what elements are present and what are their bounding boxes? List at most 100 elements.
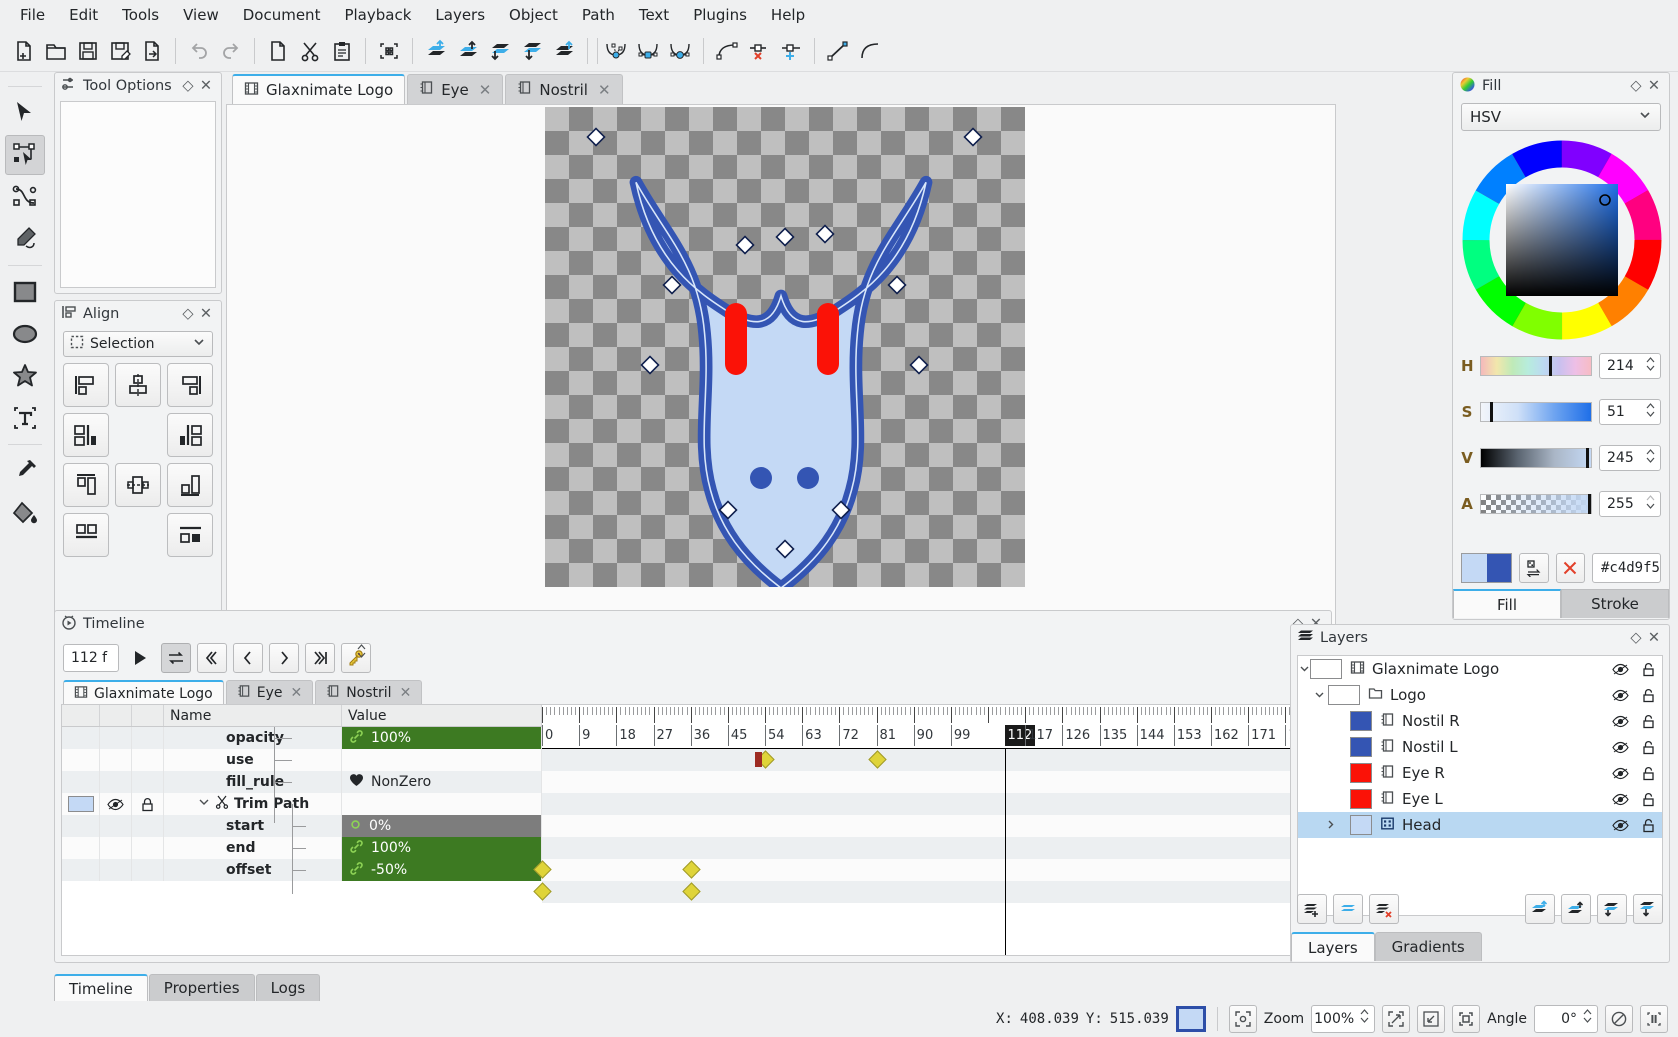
lower-to-bottom-button[interactable] — [1633, 894, 1663, 924]
next-frame-button[interactable] — [269, 643, 299, 673]
document-tab-glaxnimate-logo[interactable]: Glaxnimate Logo — [232, 74, 405, 104]
alpha-slider[interactable] — [1480, 494, 1592, 514]
color-picker-tool[interactable] — [5, 451, 45, 491]
raise-to-top-icon[interactable] — [420, 35, 452, 67]
duplicate-layer-button[interactable] — [1333, 894, 1363, 924]
color-wheel[interactable] — [1461, 139, 1663, 341]
segment-line-icon[interactable] — [822, 35, 854, 67]
bottom-tab-properties[interactable]: Properties — [149, 974, 255, 1001]
value-value-input[interactable]: 245 — [1599, 445, 1661, 471]
bottom-tab-timeline[interactable]: Timeline — [54, 974, 148, 1001]
fill-tab[interactable]: Fill — [1453, 589, 1561, 618]
raise-to-top-button[interactable] — [1525, 894, 1555, 924]
node-add-icon[interactable] — [775, 35, 807, 67]
select-all-nodes-icon[interactable] — [373, 35, 405, 67]
float-dock-icon[interactable]: ◇ — [179, 305, 197, 323]
align-right-button[interactable] — [167, 363, 213, 407]
expand-chevron-icon[interactable] — [1298, 660, 1310, 678]
document-tab-eye[interactable]: Eye ✕ — [407, 74, 503, 104]
keyframe-hold-marker[interactable] — [755, 752, 762, 767]
row-value[interactable]: -50% — [342, 859, 542, 881]
row-value[interactable]: 100% — [342, 727, 542, 749]
expand-chevron-icon[interactable] — [1310, 686, 1328, 704]
fill-tool[interactable] — [5, 493, 45, 533]
align-bottom-button[interactable] — [167, 463, 213, 507]
layer-visibility-toggle[interactable] — [1606, 663, 1634, 676]
layer-swatch[interactable] — [1310, 659, 1342, 679]
frame-spin-arrows[interactable] — [357, 644, 366, 658]
row-value[interactable]: 0% — [342, 815, 542, 837]
no-color-button[interactable] — [1556, 553, 1585, 583]
menu-layers[interactable]: Layers — [423, 2, 497, 28]
ellipse-tool[interactable] — [5, 314, 45, 354]
fill-swatch[interactable] — [1462, 554, 1487, 582]
current-frame-input[interactable]: 112 f — [63, 644, 119, 672]
layer-row-eye-r[interactable]: Eye R — [1298, 760, 1662, 786]
freehand-tool[interactable] — [5, 219, 45, 259]
cut-icon[interactable] — [294, 35, 326, 67]
spin-arrows[interactable] — [1360, 1009, 1369, 1023]
row-value[interactable] — [342, 793, 542, 815]
layer-visibility-toggle[interactable] — [1606, 715, 1634, 728]
timeline-tab-eye[interactable]: Eye ✕ — [226, 680, 313, 705]
fit-selection-button[interactable] — [1229, 1005, 1257, 1033]
stroke-tab[interactable]: Stroke — [1561, 589, 1669, 618]
menu-text[interactable]: Text — [627, 2, 681, 28]
saturation-slider[interactable] — [1480, 402, 1592, 422]
layer-swatch[interactable] — [1350, 789, 1372, 809]
lane-offset[interactable] — [542, 881, 1306, 903]
lower-icon[interactable] — [484, 35, 516, 67]
move-to-group-icon[interactable] — [548, 35, 580, 67]
menu-plugins[interactable]: Plugins — [681, 2, 759, 28]
close-tab-icon[interactable]: ✕ — [479, 81, 492, 99]
new-document-icon[interactable] — [8, 35, 40, 67]
timeline-ruler[interactable]: 0918273645546372819099112117126135144153… — [542, 705, 1306, 749]
layer-swatch[interactable] — [1350, 737, 1372, 757]
menu-file[interactable]: File — [8, 2, 57, 28]
hex-color-input[interactable]: #c4d9f5 — [1592, 553, 1661, 583]
bottom-tab-logs[interactable]: Logs — [256, 974, 321, 1001]
saturation-value-input[interactable]: 51 — [1599, 399, 1661, 425]
float-dock-icon[interactable]: ◇ — [179, 77, 197, 95]
raise-icon[interactable] — [452, 35, 484, 67]
row-value[interactable]: NonZero — [342, 771, 542, 793]
gradients-tab[interactable]: Gradients — [1375, 932, 1482, 961]
add-layer-button[interactable] — [1297, 894, 1327, 924]
current-color-swatch[interactable] — [1176, 1006, 1206, 1032]
menu-object[interactable]: Object — [497, 2, 570, 28]
layer-lock-toggle[interactable] — [1634, 792, 1662, 807]
lane-end[interactable] — [542, 859, 1306, 881]
value-slider[interactable] — [1480, 448, 1592, 468]
row-value[interactable]: 100% — [342, 837, 542, 859]
align-left-button[interactable] — [63, 363, 109, 407]
open-document-icon[interactable] — [40, 35, 72, 67]
layer-lock-toggle[interactable] — [1634, 662, 1662, 677]
layers-tree[interactable]: Glaxnimate Logo — [1297, 655, 1663, 916]
segment-arc-icon[interactable] — [854, 35, 886, 67]
distribute-left-button[interactable] — [63, 413, 109, 457]
node-remove-icon[interactable] — [743, 35, 775, 67]
undo-icon[interactable] — [183, 35, 215, 67]
expand-chevron-icon[interactable] — [1298, 816, 1336, 834]
row-lock-toggle[interactable] — [132, 793, 164, 815]
artboard[interactable] — [545, 107, 1025, 587]
zoom-fit-button[interactable] — [1382, 1005, 1410, 1033]
layer-lock-toggle[interactable] — [1634, 818, 1662, 833]
star-tool[interactable] — [5, 356, 45, 396]
layer-swatch[interactable] — [1328, 685, 1360, 705]
row-value[interactable] — [342, 749, 542, 771]
spin-arrows[interactable] — [1646, 403, 1655, 417]
close-dock-icon[interactable]: ✕ — [1645, 77, 1663, 95]
layer-visibility-toggle[interactable] — [1606, 741, 1634, 754]
menu-edit[interactable]: Edit — [57, 2, 110, 28]
layer-lock-toggle[interactable] — [1634, 740, 1662, 755]
align-relative-to-select[interactable]: Selection — [63, 331, 213, 357]
edit-nodes-tool[interactable] — [5, 135, 45, 175]
row-visible-toggle[interactable] — [100, 793, 132, 815]
layer-visibility-toggle[interactable] — [1606, 819, 1634, 832]
distribute-top-button[interactable] — [63, 513, 109, 557]
layer-visibility-toggle[interactable] — [1606, 689, 1634, 702]
save-as-document-icon[interactable] — [104, 35, 136, 67]
spin-arrows[interactable] — [1646, 449, 1655, 463]
zoom-input[interactable]: 100% — [1311, 1005, 1375, 1033]
